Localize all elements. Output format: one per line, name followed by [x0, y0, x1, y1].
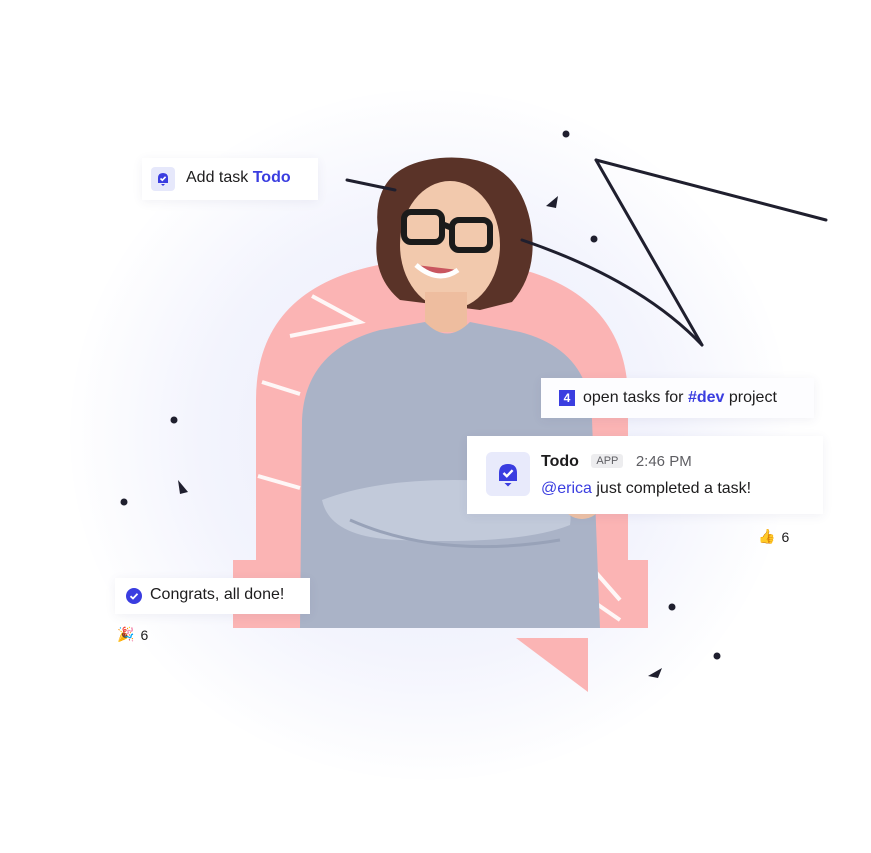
done-card: Congrats, all done!: [115, 578, 310, 614]
channel-link[interactable]: #dev: [688, 389, 724, 406]
bell-check-icon: [151, 167, 175, 191]
message-text: just completed a task!: [596, 480, 752, 497]
open-tasks-card: 4 open tasks for #dev project: [541, 378, 814, 418]
sender-name[interactable]: Todo: [541, 453, 579, 470]
message-card: Todo APP 2:46 PM @erica just completed a…: [467, 436, 823, 514]
thumbs-up-icon: 👍: [758, 528, 776, 544]
app-tag: APP: [591, 454, 624, 468]
thumbs-up-reaction[interactable]: 👍 6: [758, 528, 789, 545]
pink-step-right: [620, 560, 648, 628]
bell-check-icon: [499, 464, 517, 487]
app-name-link[interactable]: Todo: [253, 169, 291, 186]
app-avatar[interactable]: [486, 452, 530, 496]
party-popper-icon: 🎉: [117, 626, 135, 642]
illustration: [120, 130, 828, 692]
check-circle-icon: [126, 588, 142, 604]
reaction-count: 6: [781, 528, 790, 545]
message-time[interactable]: 2:46 PM: [636, 453, 692, 470]
reaction-count: 6: [140, 626, 149, 643]
task-count-badge: 4: [559, 390, 575, 406]
add-task-label: Add task: [186, 169, 249, 186]
add-task-card[interactable]: Add task Todo: [142, 158, 318, 200]
open-tasks-prefix: open tasks for: [583, 389, 684, 406]
done-text: Congrats, all done!: [150, 586, 285, 603]
pink-triangle: [516, 638, 588, 692]
user-mention[interactable]: @erica: [541, 480, 592, 497]
open-tasks-suffix: project: [728, 389, 777, 406]
person-neck: [425, 292, 467, 332]
party-reaction[interactable]: 🎉 6: [117, 626, 148, 643]
